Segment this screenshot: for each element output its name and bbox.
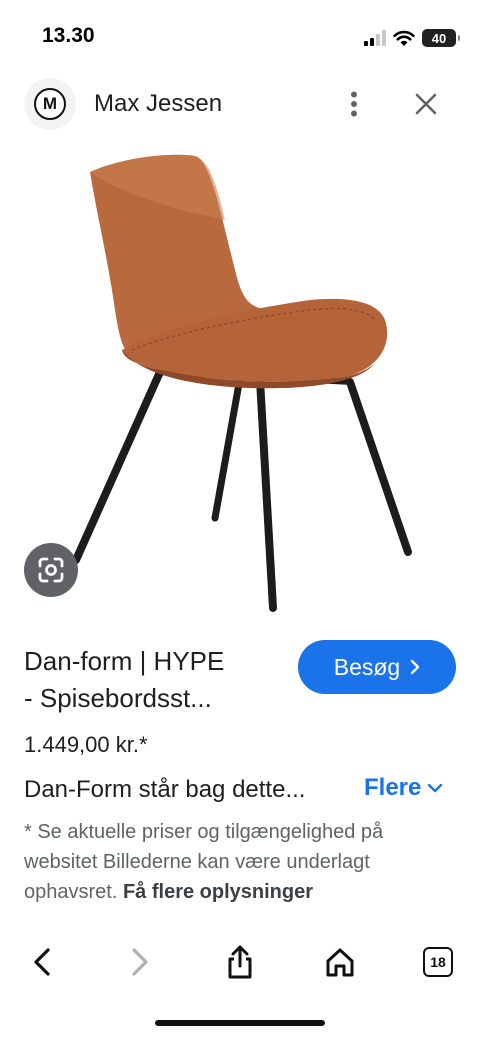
site-name[interactable]: Max Jessen: [94, 90, 222, 118]
home-indicator[interactable]: [155, 1020, 325, 1026]
product-price: 1.449,00 kr.*: [24, 732, 148, 757]
home-icon: [326, 948, 354, 977]
site-logo[interactable]: M: [24, 78, 76, 130]
visit-button-label: Besøg: [333, 653, 401, 680]
back-arrow-icon: [34, 948, 50, 976]
share-icon: [228, 945, 252, 979]
share-button[interactable]: [218, 940, 262, 984]
product-description: Dan-Form står bag dette...: [24, 776, 306, 803]
product-title-line-1: Dan-form | HYPE: [24, 646, 225, 676]
visit-button[interactable]: Besøg: [298, 640, 456, 694]
cellular-signal-icon: [364, 30, 386, 46]
site-logo-mark: M: [34, 88, 66, 120]
chevron-right-icon: [411, 659, 420, 675]
browser-toolbar: 18: [0, 930, 480, 1000]
result-header: M Max Jessen: [0, 72, 480, 136]
lens-icon: [38, 557, 64, 583]
chevron-down-icon: [428, 783, 443, 793]
chair-leg-front-left: [72, 368, 164, 564]
status-bar: 13.30 40: [0, 0, 480, 72]
more-vertical-icon: [351, 91, 357, 117]
more-info-link[interactable]: Få flere oplysninger: [123, 881, 313, 903]
screen: 13.30 40 M Max Jessen Dan-form | HYPE - …: [0, 0, 480, 1040]
status-icons: 40: [364, 26, 460, 50]
status-time: 13.30: [42, 24, 95, 47]
back-button[interactable]: [20, 940, 64, 984]
wifi-icon: [393, 30, 415, 46]
more-button-label: Flere: [364, 774, 422, 801]
more-options-button[interactable]: [340, 86, 368, 122]
forward-arrow-icon: [132, 948, 148, 976]
close-button[interactable]: [408, 86, 444, 122]
close-icon: [415, 93, 437, 115]
home-button[interactable]: [318, 940, 362, 984]
chair-leg-back-right: [256, 376, 277, 612]
product-title[interactable]: Dan-form | HYPE - Spisebordsst...: [24, 643, 286, 717]
tabs-button[interactable]: 18: [416, 940, 460, 984]
battery-level: 40: [431, 30, 447, 46]
copyright-disclaimer: * Se aktuelle priser og tilgængelighed p…: [24, 817, 460, 907]
chair-leg-back-left: [211, 374, 244, 522]
chair-leg-front-right: [346, 378, 412, 556]
battery-icon: 40: [422, 29, 460, 47]
tabs-count-icon: 18: [423, 947, 453, 977]
product-image[interactable]: [60, 150, 420, 615]
forward-button[interactable]: [118, 940, 162, 984]
more-button[interactable]: Flere: [364, 774, 443, 802]
product-title-line-2: - Spisebordsst...: [24, 683, 212, 713]
visual-search-button[interactable]: [24, 543, 78, 597]
